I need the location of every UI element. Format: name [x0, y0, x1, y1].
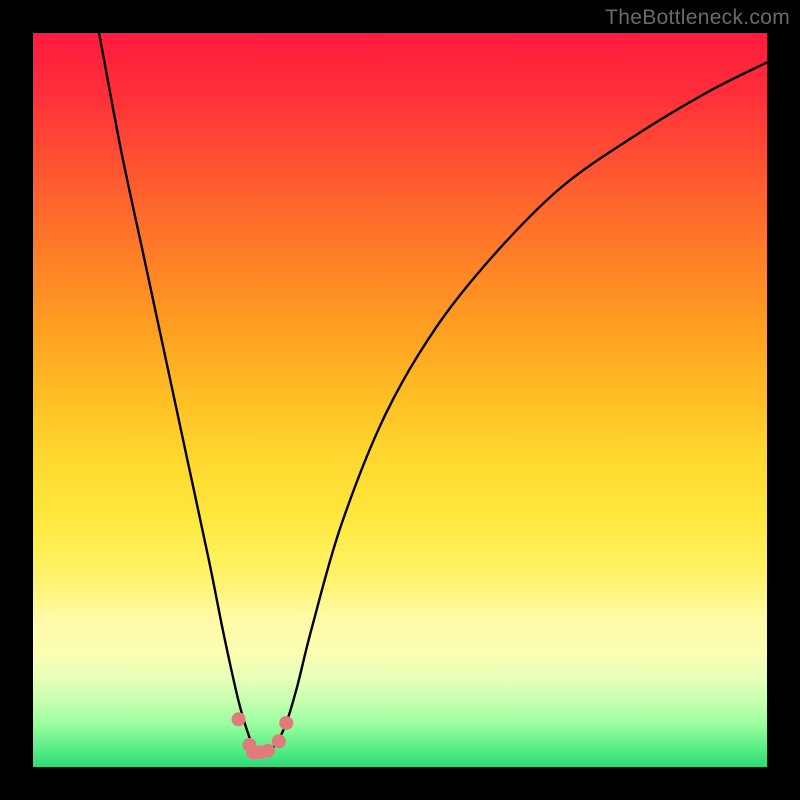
chart-plot-area — [33, 33, 767, 767]
chart-frame: TheBottleneck.com — [0, 0, 800, 800]
bottleneck-curve-line — [99, 33, 767, 754]
trough-marker — [261, 744, 275, 758]
chart-svg — [33, 33, 767, 767]
trough-markers — [232, 712, 294, 759]
trough-marker — [279, 716, 293, 730]
trough-marker — [232, 712, 246, 726]
trough-marker — [272, 734, 286, 748]
watermark-text: TheBottleneck.com — [605, 6, 790, 30]
